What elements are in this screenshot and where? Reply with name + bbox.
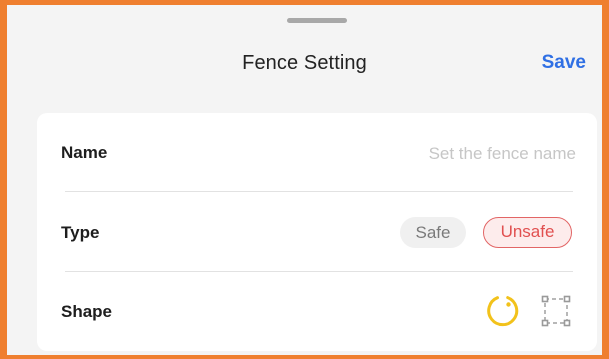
fence-setting-sheet: Fence Setting Save Name Set the fence na… (7, 5, 602, 355)
page-title: Fence Setting (242, 52, 367, 74)
fence-name-input[interactable]: Set the fence name (429, 144, 576, 164)
settings-card: Name Set the fence name Type Safe Unsafe… (37, 113, 597, 351)
save-button[interactable]: Save (542, 52, 586, 74)
type-label: Type (61, 223, 100, 242)
type-safe-option[interactable]: Safe (400, 217, 466, 248)
circle-icon[interactable] (485, 294, 519, 328)
type-row: Type Safe Unsafe (37, 192, 597, 270)
shape-label: Shape (61, 302, 113, 321)
name-label: Name (61, 143, 108, 162)
name-row[interactable]: Name Set the fence name (37, 113, 597, 191)
shape-row: Shape (37, 272, 597, 350)
type-unsafe-option[interactable]: Unsafe (483, 217, 572, 248)
rectangle-icon[interactable] (540, 294, 572, 328)
drag-handle[interactable] (287, 18, 347, 23)
